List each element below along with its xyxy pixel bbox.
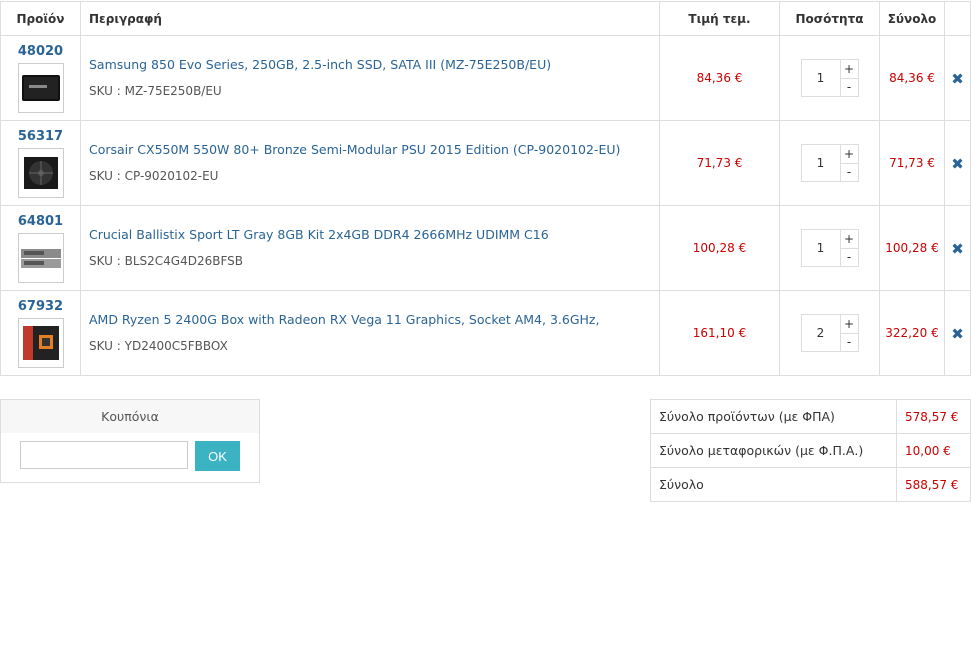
product-name-link[interactable]: AMD Ryzen 5 2400G Box with Radeon RX Veg… xyxy=(89,312,659,327)
col-header-quantity: Ποσότητα xyxy=(779,1,880,36)
qty-decrease-button[interactable]: - xyxy=(840,332,858,352)
order-totals-table: Σύνολο προϊόντων (με ΦΠΑ) 578,57 € Σύνολ… xyxy=(650,399,971,502)
totals-row-products: Σύνολο προϊόντων (με ΦΠΑ) 578,57 € xyxy=(650,399,971,434)
product-id-link[interactable]: 48020 xyxy=(1,44,80,59)
cart-row: 64801 Crucial Ballistix Sport LT Gray 8G… xyxy=(0,205,971,291)
line-total: 84,36 € xyxy=(879,35,945,121)
totals-label: Σύνολο xyxy=(650,467,897,502)
quantity-input[interactable] xyxy=(801,315,840,351)
product-id-link[interactable]: 67932 xyxy=(1,299,80,314)
quantity-input[interactable] xyxy=(801,145,840,181)
product-sku: SKU : CP-9020102-EU xyxy=(89,169,219,183)
unit-price: 161,10 € xyxy=(659,290,780,376)
product-cell: 67932 xyxy=(0,290,81,376)
quantity-stepper: + - xyxy=(800,314,859,352)
qty-increase-button[interactable]: + xyxy=(841,60,858,78)
description-cell: AMD Ryzen 5 2400G Box with Radeon RX Veg… xyxy=(80,290,660,376)
quantity-input[interactable] xyxy=(801,60,840,96)
ram-image[interactable] xyxy=(17,232,64,283)
quantity-stepper: + - xyxy=(800,59,859,97)
description-cell: Corsair CX550M 550W 80+ Bronze Semi-Modu… xyxy=(80,120,660,206)
product-sku: SKU : BLS2C4G4D26BFSB xyxy=(89,254,244,268)
cart-row: 48020 Samsung 850 Evo Series, 250GB, 2.5… xyxy=(0,35,971,121)
quantity-cell: + - xyxy=(779,290,880,376)
quantity-cell: + - xyxy=(779,120,880,206)
product-name-link[interactable]: Samsung 850 Evo Series, 250GB, 2.5-inch … xyxy=(89,57,659,72)
remove-icon[interactable]: ✖ xyxy=(951,240,964,258)
description-cell: Crucial Ballistix Sport LT Gray 8GB Kit … xyxy=(80,205,660,291)
remove-icon[interactable]: ✖ xyxy=(951,325,964,343)
totals-row-shipping: Σύνολο μεταφορικών (με Φ.Π.Α.) 10,00 € xyxy=(650,433,971,468)
coupon-title: Κουπόνια xyxy=(1,400,259,433)
totals-value: 578,57 € xyxy=(896,399,971,434)
qty-increase-button[interactable]: + xyxy=(841,230,858,248)
remove-icon[interactable]: ✖ xyxy=(951,70,964,88)
line-total: 100,28 € xyxy=(879,205,945,291)
qty-increase-button[interactable]: + xyxy=(841,145,858,163)
totals-label: Σύνολο μεταφορικών (με Φ.Π.Α.) xyxy=(650,433,897,468)
product-name-link[interactable]: Crucial Ballistix Sport LT Gray 8GB Kit … xyxy=(89,227,659,242)
coupon-panel: Κουπόνια OK xyxy=(0,399,260,483)
product-name-link[interactable]: Corsair CX550M 550W 80+ Bronze Semi-Modu… xyxy=(89,142,659,157)
qty-increase-button[interactable]: + xyxy=(841,315,858,333)
cpu-box-image[interactable] xyxy=(17,317,64,368)
description-cell: Samsung 850 Evo Series, 250GB, 2.5-inch … xyxy=(80,35,660,121)
quantity-stepper: + - xyxy=(800,229,859,267)
totals-row-grand-total: Σύνολο 588,57 € xyxy=(650,467,971,502)
line-total: 322,20 € xyxy=(879,290,945,376)
cart-row: 56317 Corsair CX550M 550W 80+ Bronze Sem… xyxy=(0,120,971,206)
totals-label: Σύνολο προϊόντων (με ΦΠΑ) xyxy=(650,399,897,434)
unit-price: 71,73 € xyxy=(659,120,780,206)
product-id-link[interactable]: 64801 xyxy=(1,214,80,229)
qty-decrease-button[interactable]: - xyxy=(840,247,858,267)
line-total: 71,73 € xyxy=(879,120,945,206)
qty-decrease-button[interactable]: - xyxy=(840,77,858,97)
remove-cell: ✖ xyxy=(944,35,971,121)
coupon-code-input[interactable] xyxy=(20,441,188,469)
totals-value: 10,00 € xyxy=(896,433,971,468)
col-header-unit-price: Τιμή τεμ. xyxy=(659,1,780,36)
quantity-input[interactable] xyxy=(801,230,840,266)
product-id-link[interactable]: 56317 xyxy=(1,129,80,144)
unit-price: 84,36 € xyxy=(659,35,780,121)
quantity-cell: + - xyxy=(779,35,880,121)
product-cell: 64801 xyxy=(0,205,81,291)
remove-cell: ✖ xyxy=(944,205,971,291)
col-header-total: Σύνολο xyxy=(879,1,945,36)
product-cell: 48020 xyxy=(0,35,81,121)
col-header-product: Προϊόν xyxy=(0,1,81,36)
product-sku: SKU : MZ-75E250B/EU xyxy=(89,84,222,98)
ssd-image[interactable] xyxy=(17,62,64,113)
totals-value: 588,57 € xyxy=(896,467,971,502)
product-sku: SKU : YD2400C5FBBOX xyxy=(89,339,228,353)
remove-cell: ✖ xyxy=(944,290,971,376)
unit-price: 100,28 € xyxy=(659,205,780,291)
quantity-cell: + - xyxy=(779,205,880,291)
col-header-description: Περιγραφή xyxy=(80,1,660,36)
quantity-stepper: + - xyxy=(800,144,859,182)
cart-row: 67932 AMD Ryzen 5 2400G Box with Radeon … xyxy=(0,290,971,376)
remove-icon[interactable]: ✖ xyxy=(951,155,964,173)
cart-table: Προϊόν Περιγραφή Τιμή τεμ. Ποσότητα Σύνο… xyxy=(0,1,971,376)
cart-header-row: Προϊόν Περιγραφή Τιμή τεμ. Ποσότητα Σύνο… xyxy=(0,1,971,36)
psu-image[interactable] xyxy=(17,147,64,198)
col-header-remove xyxy=(944,1,971,36)
remove-cell: ✖ xyxy=(944,120,971,206)
qty-decrease-button[interactable]: - xyxy=(840,162,858,182)
product-cell: 56317 xyxy=(0,120,81,206)
coupon-ok-button[interactable]: OK xyxy=(195,441,240,471)
